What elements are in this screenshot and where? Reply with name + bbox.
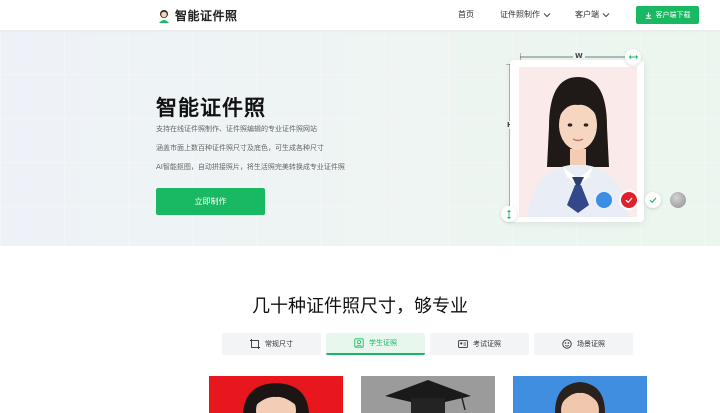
id-photo-preview bbox=[519, 67, 637, 217]
tab-label: 场景证照 bbox=[577, 340, 605, 348]
sample-portrait bbox=[555, 382, 605, 413]
tab-regular-size[interactable]: 常规尺寸 bbox=[222, 333, 321, 355]
tab-scene-photo[interactable]: 场景证照 bbox=[534, 333, 633, 355]
photo-type-tabs: 常规尺寸 学生证照 考试证照 场景证照 bbox=[222, 333, 633, 355]
download-icon bbox=[645, 12, 651, 19]
portrait-illustration bbox=[527, 77, 629, 217]
check-icon bbox=[625, 197, 633, 204]
sample-portrait bbox=[243, 383, 309, 413]
crop-icon bbox=[250, 339, 260, 349]
tab-student-photo[interactable]: 学生证照 bbox=[326, 333, 425, 355]
logo[interactable]: 智能证件照 bbox=[158, 7, 238, 24]
arrows-vertical-icon bbox=[507, 209, 511, 219]
section-title: 几十种证件照尺寸，够专业 bbox=[252, 296, 468, 317]
scene-icon bbox=[562, 339, 572, 349]
nav-client-label: 客户端 bbox=[575, 10, 599, 19]
portrait-icon bbox=[354, 338, 364, 348]
nav-photo-making-label: 证件照制作 bbox=[500, 10, 540, 19]
tab-exam-photo[interactable]: 考试证照 bbox=[430, 333, 529, 355]
sample-portrait bbox=[385, 380, 471, 413]
hero-desc-line: 支持在线证件照制作、证件照编辑的专业证件照网站 bbox=[156, 125, 317, 133]
chevron-down-icon bbox=[602, 12, 610, 17]
client-download-button[interactable]: 客户端下载 bbox=[636, 6, 699, 24]
chevron-down-icon bbox=[543, 12, 551, 17]
nav-client[interactable]: 客户端 bbox=[575, 9, 610, 20]
start-making-button[interactable]: 立即制作 bbox=[156, 188, 265, 215]
hero-title: 智能证件照 bbox=[156, 96, 266, 120]
top-header: 智能证件照 首页 证件照制作 客户端 客户端下载 bbox=[0, 0, 720, 30]
hero-banner: 智能证件照 支持在线证件照制作、证件照编辑的专业证件照网站 涵盖市面上数百种证件… bbox=[0, 30, 720, 246]
sample-photo-blue[interactable] bbox=[513, 376, 647, 413]
hero-desc-line: AI智能抠图，自动拼接照片，将生活照完美转换成专业证件照 bbox=[156, 163, 345, 171]
sample-photo-red[interactable] bbox=[209, 376, 343, 413]
swatch-gray[interactable] bbox=[670, 192, 686, 208]
nav-home[interactable]: 首页 bbox=[458, 9, 474, 20]
width-label: W bbox=[573, 52, 585, 60]
tab-label: 常规尺寸 bbox=[265, 340, 293, 348]
resize-width-handle[interactable] bbox=[625, 49, 641, 65]
tab-label: 考试证照 bbox=[473, 340, 501, 348]
swatch-white[interactable] bbox=[645, 192, 661, 208]
sample-photo-graduation[interactable] bbox=[361, 376, 495, 413]
swatch-red[interactable] bbox=[621, 192, 637, 208]
logo-person-icon bbox=[159, 9, 169, 23]
client-download-label: 客户端下载 bbox=[655, 11, 691, 19]
id-card-icon bbox=[458, 340, 468, 348]
logo-text: 智能证件照 bbox=[175, 9, 238, 23]
resize-height-handle[interactable] bbox=[501, 206, 517, 222]
arrows-horizontal-icon bbox=[628, 55, 638, 59]
swatch-blue[interactable] bbox=[596, 192, 612, 208]
hero-desc-line: 涵盖市面上数百种证件照尺寸及底色，可生成各种尺寸 bbox=[156, 144, 324, 152]
nav-home-label: 首页 bbox=[458, 10, 474, 19]
check-icon bbox=[649, 197, 657, 204]
tab-label: 学生证照 bbox=[369, 339, 397, 347]
nav-photo-making[interactable]: 证件照制作 bbox=[500, 9, 551, 20]
